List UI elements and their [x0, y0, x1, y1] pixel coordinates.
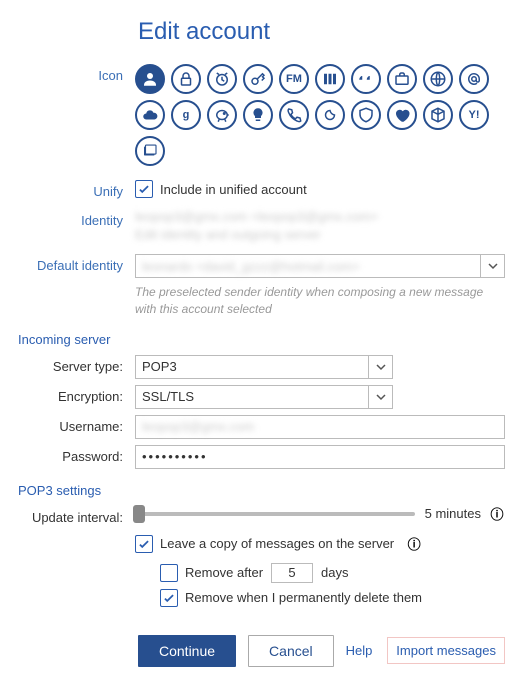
identity-edit-link[interactable]: Edit identity and outgoing server [135, 227, 505, 242]
shield-icon[interactable] [351, 100, 381, 130]
alarm-icon[interactable] [207, 64, 237, 94]
default-identity-dropdown-button[interactable] [481, 254, 505, 278]
server-type-select[interactable]: POP3 [135, 355, 369, 379]
label-update-interval: Update interval: [10, 506, 135, 525]
label-default-identity: Default identity [10, 254, 135, 273]
key-icon[interactable] [243, 64, 273, 94]
phone-icon[interactable] [279, 100, 309, 130]
remove-after-days-input[interactable]: 5 [271, 563, 313, 583]
bulb-icon[interactable] [243, 100, 273, 130]
remove-after-label-before: Remove after [185, 565, 263, 580]
password-input[interactable]: •••••••••• [135, 445, 505, 469]
at-icon[interactable] [459, 64, 489, 94]
slider-thumb[interactable] [133, 505, 145, 523]
leave-copy-checkbox[interactable] [135, 535, 153, 553]
default-identity-hint: The preselected sender identity when com… [135, 284, 505, 318]
unify-checkbox[interactable] [135, 180, 153, 198]
remove-after-label-after: days [321, 565, 348, 580]
globe-icon[interactable] [423, 64, 453, 94]
leave-copy-info-icon[interactable]: ⓘ [406, 536, 422, 552]
help-link[interactable]: Help [346, 643, 373, 658]
server-type-dropdown-button[interactable] [369, 355, 393, 379]
update-info-icon[interactable]: ⓘ [489, 506, 505, 522]
unify-label: Include in unified account [160, 182, 307, 197]
yahoo-icon[interactable]: Y! [459, 100, 489, 130]
remove-after-checkbox[interactable] [160, 564, 178, 582]
update-interval-slider[interactable] [135, 512, 415, 516]
label-identity: Identity [10, 209, 135, 228]
piggy-icon[interactable] [207, 100, 237, 130]
person-icon[interactable] [135, 64, 165, 94]
username-input[interactable]: leopop3@gmx.com [135, 415, 505, 439]
remove-delete-checkbox[interactable] [160, 589, 178, 607]
encryption-dropdown-button[interactable] [369, 385, 393, 409]
cloud-icon[interactable] [135, 100, 165, 130]
lock-icon[interactable] [171, 64, 201, 94]
google-icon[interactable]: g [171, 100, 201, 130]
section-incoming-server: Incoming server [18, 332, 505, 347]
crescent-icon[interactable] [315, 100, 345, 130]
columns-icon[interactable] [315, 64, 345, 94]
identity-value: leopop3@gmx.com <leopop3@gmx.com> [135, 209, 505, 224]
label-server-type: Server type: [10, 355, 135, 374]
label-unify: Unify [10, 180, 135, 199]
encryption-select[interactable]: SSL/TLS [135, 385, 369, 409]
label-encryption: Encryption: [10, 385, 135, 404]
fm-icon[interactable]: FM [279, 64, 309, 94]
cube-icon[interactable] [423, 100, 453, 130]
icon-grid: FM g Y! [135, 64, 505, 166]
quote-icon[interactable] [351, 64, 381, 94]
label-icon: Icon [10, 64, 135, 83]
import-messages-link[interactable]: Import messages [387, 637, 505, 664]
label-password: Password: [10, 445, 135, 464]
continue-button[interactable]: Continue [138, 635, 236, 667]
outlook-icon[interactable] [135, 136, 165, 166]
page-title: Edit account [138, 18, 505, 46]
default-identity-select[interactable]: leonardo <david_gzzz@hotmail.com> [135, 254, 481, 278]
update-interval-value: 5 minutes [425, 506, 481, 521]
cancel-button[interactable]: Cancel [248, 635, 334, 667]
leave-copy-label: Leave a copy of messages on the server [160, 536, 394, 551]
remove-delete-label: Remove when I permanently delete them [185, 590, 422, 605]
section-pop3: POP3 settings [18, 483, 505, 498]
heart-icon[interactable] [387, 100, 417, 130]
label-username: Username: [10, 415, 135, 434]
briefcase-icon[interactable] [387, 64, 417, 94]
